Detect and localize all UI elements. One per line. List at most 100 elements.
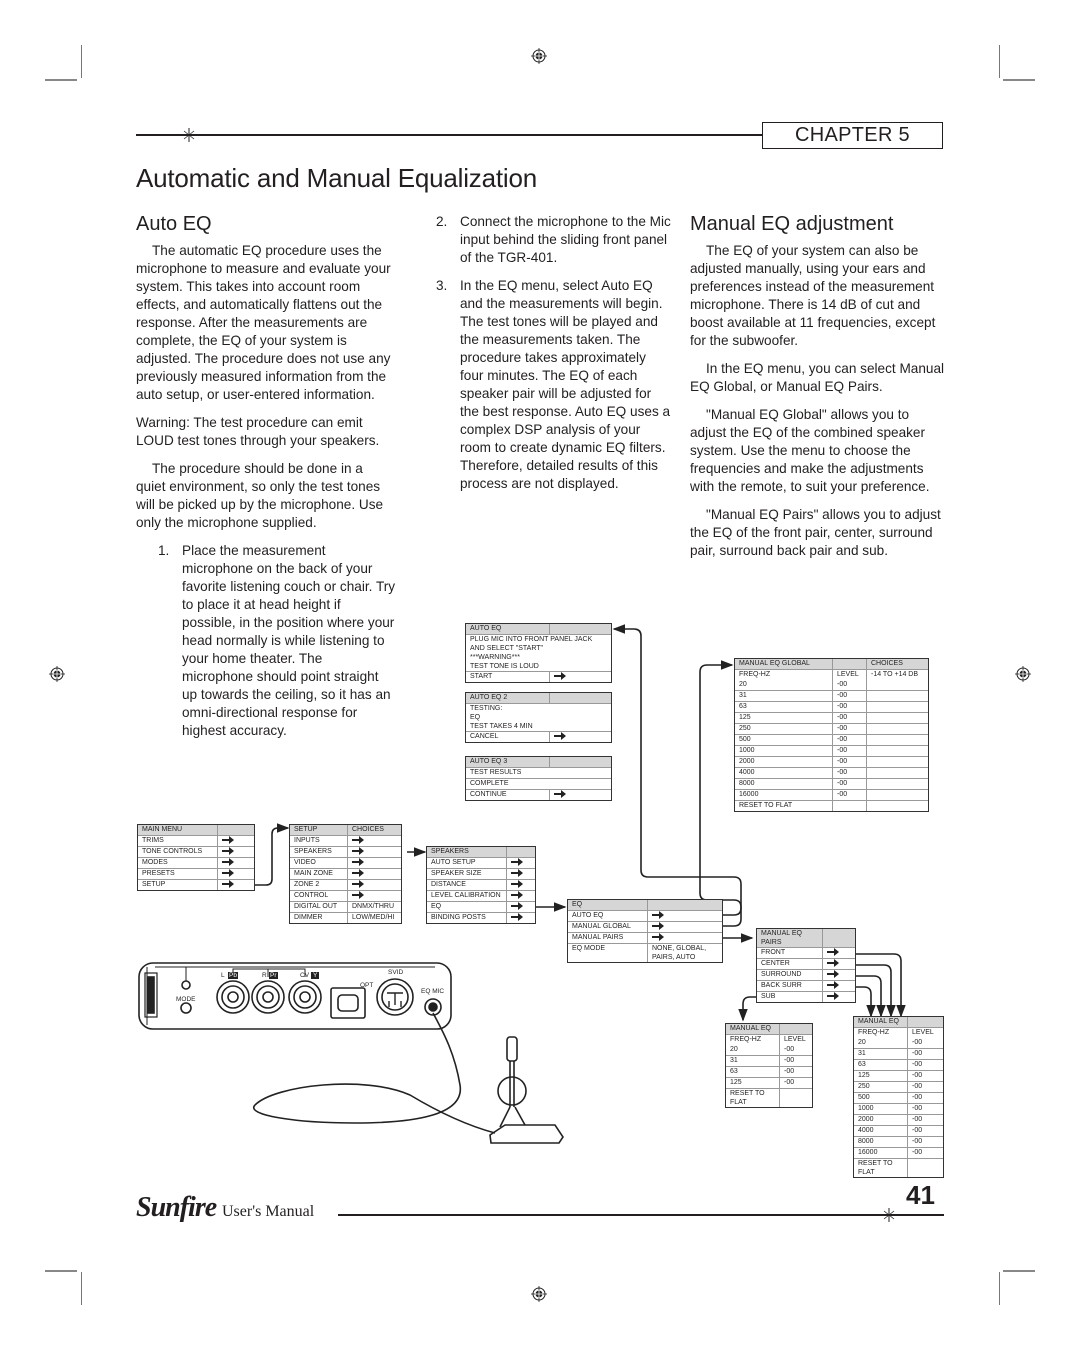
frequency-row[interactable]: 31 -00 [854, 1048, 943, 1059]
menu-item-tone-controls[interactable]: TONE CONTROLS [138, 846, 254, 857]
menu-item-setup[interactable]: SETUP [138, 879, 254, 890]
menu-item-modes[interactable]: MODES [138, 857, 254, 868]
frequency-row[interactable]: 63 -00 [726, 1066, 812, 1077]
frequency-row[interactable]: 20 -00 [726, 1045, 812, 1055]
menu-item-speakers[interactable]: SPEAKERS [290, 846, 401, 857]
frequency-row[interactable]: 16000 -00 [854, 1147, 943, 1158]
menu-item-label: SUB [757, 992, 823, 1002]
menu-header-blank [550, 624, 554, 634]
menu-item-presets[interactable]: PRESETS [138, 868, 254, 879]
star-ornament-icon [883, 1208, 895, 1222]
frequency-row[interactable]: 125 -00 [726, 1077, 812, 1088]
blank-cell [867, 691, 871, 701]
menu-item-reset-to-flat[interactable]: RESET TO FLAT [854, 1158, 943, 1177]
blank-cell [867, 801, 871, 811]
arrow-right-icon [218, 869, 234, 879]
blank-cell [867, 713, 871, 723]
frequency-row[interactable]: 63 -00 [735, 701, 928, 712]
menu-item-surround[interactable]: SURROUND [757, 969, 855, 980]
menu-item-manual-global[interactable]: MANUAL GLOBAL [568, 921, 722, 932]
arrow-right-icon [348, 847, 364, 857]
menu-item-back-surr[interactable]: BACK SURR [757, 980, 855, 991]
freq-cell: 125 [854, 1071, 908, 1081]
freq-cell: 1000 [735, 746, 833, 756]
menu-item-front[interactable]: FRONT [757, 947, 855, 958]
level-cell: -00 [784, 1046, 795, 1053]
frequency-rows: 20 -00 31 -00 63 -00 125 -00 250 -00 500 -00 1000 -00… [854, 1038, 943, 1158]
frequency-row[interactable]: 63 -00 [854, 1059, 943, 1070]
frequency-row[interactable]: 125 -00 [735, 712, 928, 723]
menu-item-control[interactable]: CONTROL [290, 890, 401, 901]
menu-item-distance[interactable]: DISTANCE [427, 879, 535, 890]
frequency-row[interactable]: 20 -00 [735, 680, 928, 690]
level-cell: -00 [833, 746, 867, 756]
menu-item-continue[interactable]: CONTINUE [466, 789, 611, 800]
menu-header: MANUAL EQ [854, 1017, 943, 1027]
frequency-row[interactable]: 250 -00 [735, 723, 928, 734]
menu-item-label: RESET TO FLAT [726, 1089, 780, 1107]
menu-item-reset-to-flat[interactable]: RESET TO FLAT [726, 1088, 812, 1107]
frequency-row[interactable]: 500 -00 [854, 1092, 943, 1103]
blank-cell [867, 702, 871, 712]
menu-item-zone-2[interactable]: ZONE 2 [290, 879, 401, 890]
menu-item-main-zone[interactable]: MAIN ZONE [290, 868, 401, 879]
speakers-menu: SPEAKERS AUTO SETUP SPEAKER SIZE DISTANC… [426, 846, 536, 924]
menu-item-auto-eq[interactable]: AUTO EQ [568, 910, 722, 921]
menu-item-label: DISTANCE [427, 880, 507, 890]
frequency-rows: 20 -00 31 -00 63 -00 125 -00 250 -00 500 -00 1000 -00… [735, 680, 928, 800]
menu-item-start[interactable]: START [466, 671, 611, 682]
frequency-row[interactable]: 2000 -00 [854, 1114, 943, 1125]
menu-row-label: COMPLETE [470, 780, 509, 787]
menu-item-cancel[interactable]: CANCEL [466, 731, 611, 742]
menu-item-video[interactable]: VIDEO [290, 857, 401, 868]
menu-item-manual-pairs[interactable]: MANUAL PAIRS [568, 932, 722, 943]
menu-item-reset-to-flat[interactable]: RESET TO FLAT [735, 800, 928, 811]
manual-eq-pairs-menu: MANUAL EQ PAIRS FRONT CENTER SURROUND BA… [756, 928, 856, 1003]
freq-cell: 16000 [735, 790, 833, 800]
menu-item-dimmer[interactable]: DIMMER LOW/MED/HI [290, 912, 401, 923]
mode-label: MODE [176, 996, 196, 1003]
freq-cell: 500 [735, 735, 833, 745]
frequency-row[interactable]: 2000 -00 [735, 756, 928, 767]
receiver-back-panel-illustration [138, 962, 564, 1144]
level-cell: -00 [833, 779, 867, 789]
menu-item-inputs[interactable]: INPUTS [290, 835, 401, 846]
frequency-row[interactable]: 1000 -00 [735, 745, 928, 756]
arrow-right-icon [823, 992, 839, 1002]
frequency-row[interactable]: 16000 -00 [735, 789, 928, 800]
freq-cell: 500 [854, 1093, 908, 1103]
level-cell: -00 [912, 1050, 923, 1057]
freq-cell: 8000 [735, 779, 833, 789]
frequency-row[interactable]: 31 -00 [726, 1055, 812, 1066]
menu-title: MANUAL EQ [854, 1017, 908, 1027]
menu-item-digital-out[interactable]: DIGITAL OUT DNMX/THRU [290, 901, 401, 912]
menu-title: AUTO EQ 2 [466, 693, 550, 703]
menu-item-binding-posts[interactable]: BINDING POSTS [427, 912, 535, 923]
frequency-row[interactable]: 4000 -00 [735, 767, 928, 778]
freq-cell: 63 [726, 1067, 780, 1077]
menu-item-trims[interactable]: TRIMS [138, 835, 254, 846]
menu-item-label: AUTO EQ [568, 911, 648, 921]
frequency-row[interactable]: 4000 -00 [854, 1125, 943, 1136]
blank-cell [908, 1159, 912, 1177]
level-cell: -00 [833, 757, 867, 767]
menu-item-sub[interactable]: SUB [757, 991, 855, 1002]
frequency-row[interactable]: 8000 -00 [735, 778, 928, 789]
menu-header-blank [550, 757, 554, 767]
menu-message: PLUG MIC INTO FRONT PANEL JACK AND SELEC… [466, 634, 611, 671]
frequency-row[interactable]: 8000 -00 [854, 1136, 943, 1147]
menu-item-level-calibration[interactable]: LEVEL CALIBRATION [427, 890, 535, 901]
menu-header-blank [507, 847, 511, 857]
freq-cell: 125 [726, 1078, 780, 1088]
menu-item-auto-setup[interactable]: AUTO SETUP [427, 857, 535, 868]
frequency-row[interactable]: 20 -00 [854, 1038, 943, 1048]
frequency-row[interactable]: 1000 -00 [854, 1103, 943, 1114]
frequency-row[interactable]: 500 -00 [735, 734, 928, 745]
menu-item-speaker-size[interactable]: SPEAKER SIZE [427, 868, 535, 879]
frequency-row[interactable]: 250 -00 [854, 1081, 943, 1092]
menu-item-eq[interactable]: EQ [427, 901, 535, 912]
frequency-row[interactable]: 125 -00 [854, 1070, 943, 1081]
message-line: EQ [470, 714, 481, 721]
frequency-row[interactable]: 31 -00 [735, 690, 928, 701]
menu-item-center[interactable]: CENTER [757, 958, 855, 969]
